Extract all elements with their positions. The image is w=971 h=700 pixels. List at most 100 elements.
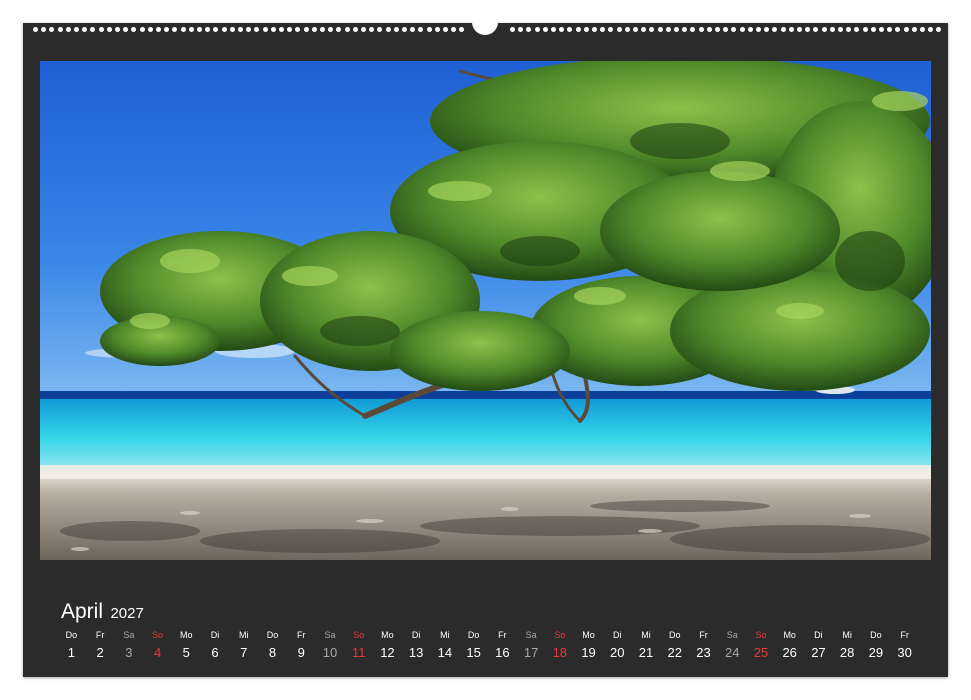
binding-hole <box>279 27 284 32</box>
day-cell: Mi 14 <box>431 629 460 669</box>
binding-hole <box>641 27 647 32</box>
day-number: 13 <box>408 645 424 660</box>
day-number: 14 <box>437 645 453 660</box>
weekday-label: Mi <box>440 630 450 640</box>
weekday-label: Do <box>669 630 681 640</box>
binding-hole <box>821 27 827 32</box>
binding-hole <box>674 27 679 32</box>
binding-hole <box>336 27 342 32</box>
day-number: 2 <box>96 645 104 660</box>
binding-hole <box>434 27 440 32</box>
binding-hole <box>862 27 868 32</box>
day-number: 6 <box>211 645 219 660</box>
binding-hole <box>369 27 375 32</box>
binding-hole <box>123 27 129 32</box>
binding-hole <box>377 27 383 32</box>
binding-hole <box>180 27 186 32</box>
binding-hole <box>131 27 137 32</box>
binding-hole <box>303 27 309 32</box>
beach-photo <box>40 61 931 560</box>
binding-hole <box>221 27 227 32</box>
day-cell: Di 27 <box>804 629 833 669</box>
binding-hole <box>320 27 325 32</box>
binding-hole <box>451 27 457 32</box>
binding-hole <box>838 27 843 32</box>
binding-hole <box>82 27 88 32</box>
month-title: April 2027 <box>61 600 144 624</box>
binding-hole <box>551 27 556 32</box>
weekday-label: Do <box>266 630 279 640</box>
binding-hole <box>739 27 745 32</box>
binding-hole <box>344 27 350 32</box>
month-name: April <box>61 600 104 623</box>
binding-hole <box>731 27 737 32</box>
month-year: 2027 <box>110 605 144 622</box>
calendar-page: April 2027 Do 1 Fr 2 Sa 3 So 4 Mo 5 Di 6 Mi 7 Do 8 Fr 9 Sa… <box>23 17 948 677</box>
binding-hole <box>147 27 153 32</box>
day-cell: Di 20 <box>603 629 632 669</box>
day-cell: So 11 <box>344 629 373 669</box>
day-cell: Fr 2 <box>86 629 115 669</box>
binding-hole <box>229 27 235 32</box>
day-cell: Sa 3 <box>114 629 143 669</box>
binding-hole <box>197 27 202 32</box>
day-strip: Do 1 Fr 2 Sa 3 So 4 Mo 5 Di 6 Mi 7 Do 8 Fr 9 Sa 10 So 11 Mo 12 D… <box>57 629 919 669</box>
binding-hole <box>172 27 178 32</box>
binding-hole <box>920 27 925 32</box>
day-cell: Mi 7 <box>229 629 258 669</box>
weekday-label: Do <box>467 630 480 640</box>
day-cell: Do 15 <box>459 629 488 669</box>
binding-hole <box>567 27 573 32</box>
binding-hole <box>534 27 540 32</box>
binding-hole <box>928 27 934 32</box>
binding-hole <box>723 27 729 32</box>
binding-hole <box>443 27 448 32</box>
weekday-label: Mo <box>783 630 796 640</box>
binding-hole <box>311 27 317 32</box>
binding-hole <box>57 27 63 32</box>
binding-hole <box>106 27 112 32</box>
weekday-label: Di <box>210 630 220 640</box>
weekday-label: Di <box>814 630 823 640</box>
day-number: 30 <box>897 645 912 660</box>
weekday-label: So <box>755 630 767 640</box>
binding-hole <box>518 27 524 32</box>
day-number: 4 <box>153 645 162 660</box>
day-cell: Do 29 <box>862 629 891 669</box>
binding-hole <box>575 27 581 32</box>
weekday-label: Mo <box>582 630 595 640</box>
weekday-label: Sa <box>525 630 537 640</box>
day-cell: Sa 10 <box>316 629 345 669</box>
weekday-label: Mi <box>641 630 651 640</box>
binding-hole <box>829 27 835 32</box>
binding-hole <box>887 27 893 32</box>
day-cell: Mi 21 <box>632 629 661 669</box>
binding-hole <box>747 27 753 32</box>
day-number: 24 <box>724 645 740 660</box>
day-number: 20 <box>610 645 625 660</box>
day-number: 29 <box>868 645 884 660</box>
day-number: 12 <box>380 645 395 660</box>
binding-hole <box>270 27 276 32</box>
binding-hole <box>600 27 606 32</box>
day-number: 8 <box>268 645 277 660</box>
binding-hole <box>526 27 532 32</box>
binding-hole <box>764 27 770 32</box>
binding-hole <box>616 27 622 32</box>
weekday-label: Mi <box>239 630 249 640</box>
day-number: 10 <box>322 645 338 660</box>
day-cell: Mo 12 <box>373 629 402 669</box>
binding-hole <box>756 27 761 32</box>
binding-hole <box>657 27 663 32</box>
day-cell: So 25 <box>747 629 776 669</box>
binding-hole <box>164 27 170 32</box>
day-cell: Di 13 <box>402 629 431 669</box>
binding-hole <box>780 27 786 32</box>
binding-hole <box>41 27 47 32</box>
binding-hole <box>788 27 794 32</box>
day-number: 28 <box>839 645 855 660</box>
binding-hole <box>410 27 416 32</box>
binding-hole <box>402 27 407 32</box>
day-cell: So 18 <box>545 629 574 669</box>
day-number: 15 <box>466 645 481 660</box>
